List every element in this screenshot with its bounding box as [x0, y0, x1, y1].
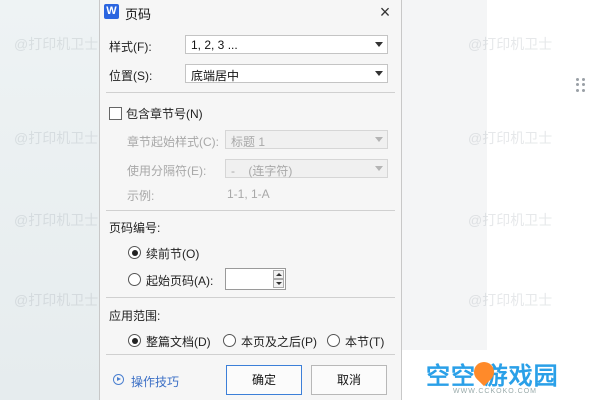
- divider: [106, 354, 395, 355]
- dropdown-arrow-icon: [375, 71, 383, 76]
- apply-scope-label: 应用范围:: [109, 309, 161, 323]
- watermark: @打印机卫士: [14, 212, 99, 228]
- example-value: 1-1, 1-A: [227, 187, 270, 201]
- divider: [106, 297, 395, 298]
- continue-previous-label: 续前节(O): [146, 247, 200, 261]
- dialog-title: 页码: [125, 7, 152, 22]
- stepper-down-icon[interactable]: [273, 279, 284, 288]
- style-label: 样式(F):: [109, 40, 152, 54]
- divider: [106, 210, 395, 211]
- tips-link[interactable]: 操作技巧: [131, 373, 179, 390]
- style-dropdown-value: 1, 2, 3 ...: [191, 38, 238, 52]
- watermark: @打印机卫士: [468, 292, 553, 308]
- watermark: @打印机卫士: [468, 36, 553, 52]
- site-logo-url: WWW.CCKOKO.COM: [453, 388, 537, 395]
- position-label: 位置(S):: [109, 69, 153, 83]
- continue-previous-radio[interactable]: [128, 246, 141, 259]
- document-page: [487, 0, 600, 400]
- separator-value: - (连字符): [231, 164, 293, 178]
- watermark: @打印机卫士: [14, 292, 99, 308]
- chapter-start-style-dropdown[interactable]: 标题 1: [225, 130, 388, 149]
- start-at-radio[interactable]: [128, 273, 141, 286]
- separator-label: 使用分隔符(E):: [127, 164, 207, 178]
- watermark: @打印机卫士: [14, 36, 99, 52]
- style-dropdown[interactable]: 1, 2, 3 ...: [185, 35, 388, 54]
- scope-this-section-radio[interactable]: [327, 334, 340, 347]
- position-dropdown-value: 底端居中: [191, 69, 240, 83]
- divider: [106, 92, 395, 93]
- stepper-up-icon[interactable]: [273, 270, 284, 279]
- scope-whole-document-radio[interactable]: [128, 334, 141, 347]
- scope-whole-document-label: 整篇文档(D): [146, 335, 211, 349]
- start-at-label: 起始页码(A):: [146, 274, 214, 288]
- dropdown-arrow-icon: [375, 137, 383, 142]
- numbering-section-label: 页码编号:: [109, 221, 161, 235]
- scope-this-and-after-label: 本页及之后(P): [241, 335, 317, 349]
- chapter-start-style-label: 章节起始样式(C):: [127, 135, 219, 149]
- play-circle-icon[interactable]: [113, 374, 124, 385]
- close-icon[interactable]: ×: [373, 1, 397, 23]
- example-label: 示例:: [127, 189, 155, 203]
- include-chapter-label: 包含章节号(N): [126, 107, 203, 121]
- wps-writer-icon: W: [104, 4, 119, 19]
- background-left: [0, 0, 100, 400]
- watermark: @打印机卫士: [468, 130, 553, 146]
- dropdown-arrow-icon: [375, 42, 383, 47]
- watermark: @打印机卫士: [14, 130, 99, 146]
- dropdown-arrow-icon: [375, 166, 383, 171]
- page-number-dialog: W 页码 × 样式(F): 1, 2, 3 ... 位置(S): 底端居中 包含…: [99, 0, 402, 400]
- cancel-button[interactable]: 取消: [311, 365, 387, 395]
- chapter-start-style-value: 标题 1: [231, 135, 266, 149]
- start-page-stepper[interactable]: [225, 268, 286, 290]
- include-chapter-checkbox[interactable]: [109, 107, 122, 120]
- scope-this-section-label: 本节(T): [345, 335, 385, 349]
- scope-this-and-after-radio[interactable]: [223, 334, 236, 347]
- dialog-titlebar: W 页码 ×: [100, 0, 401, 24]
- watermark: @打印机卫士: [468, 212, 553, 228]
- drag-handle-icon[interactable]: [576, 78, 586, 92]
- position-dropdown[interactable]: 底端居中: [185, 64, 388, 83]
- ok-button[interactable]: 确定: [226, 365, 302, 395]
- separator-dropdown[interactable]: - (连字符): [225, 159, 388, 178]
